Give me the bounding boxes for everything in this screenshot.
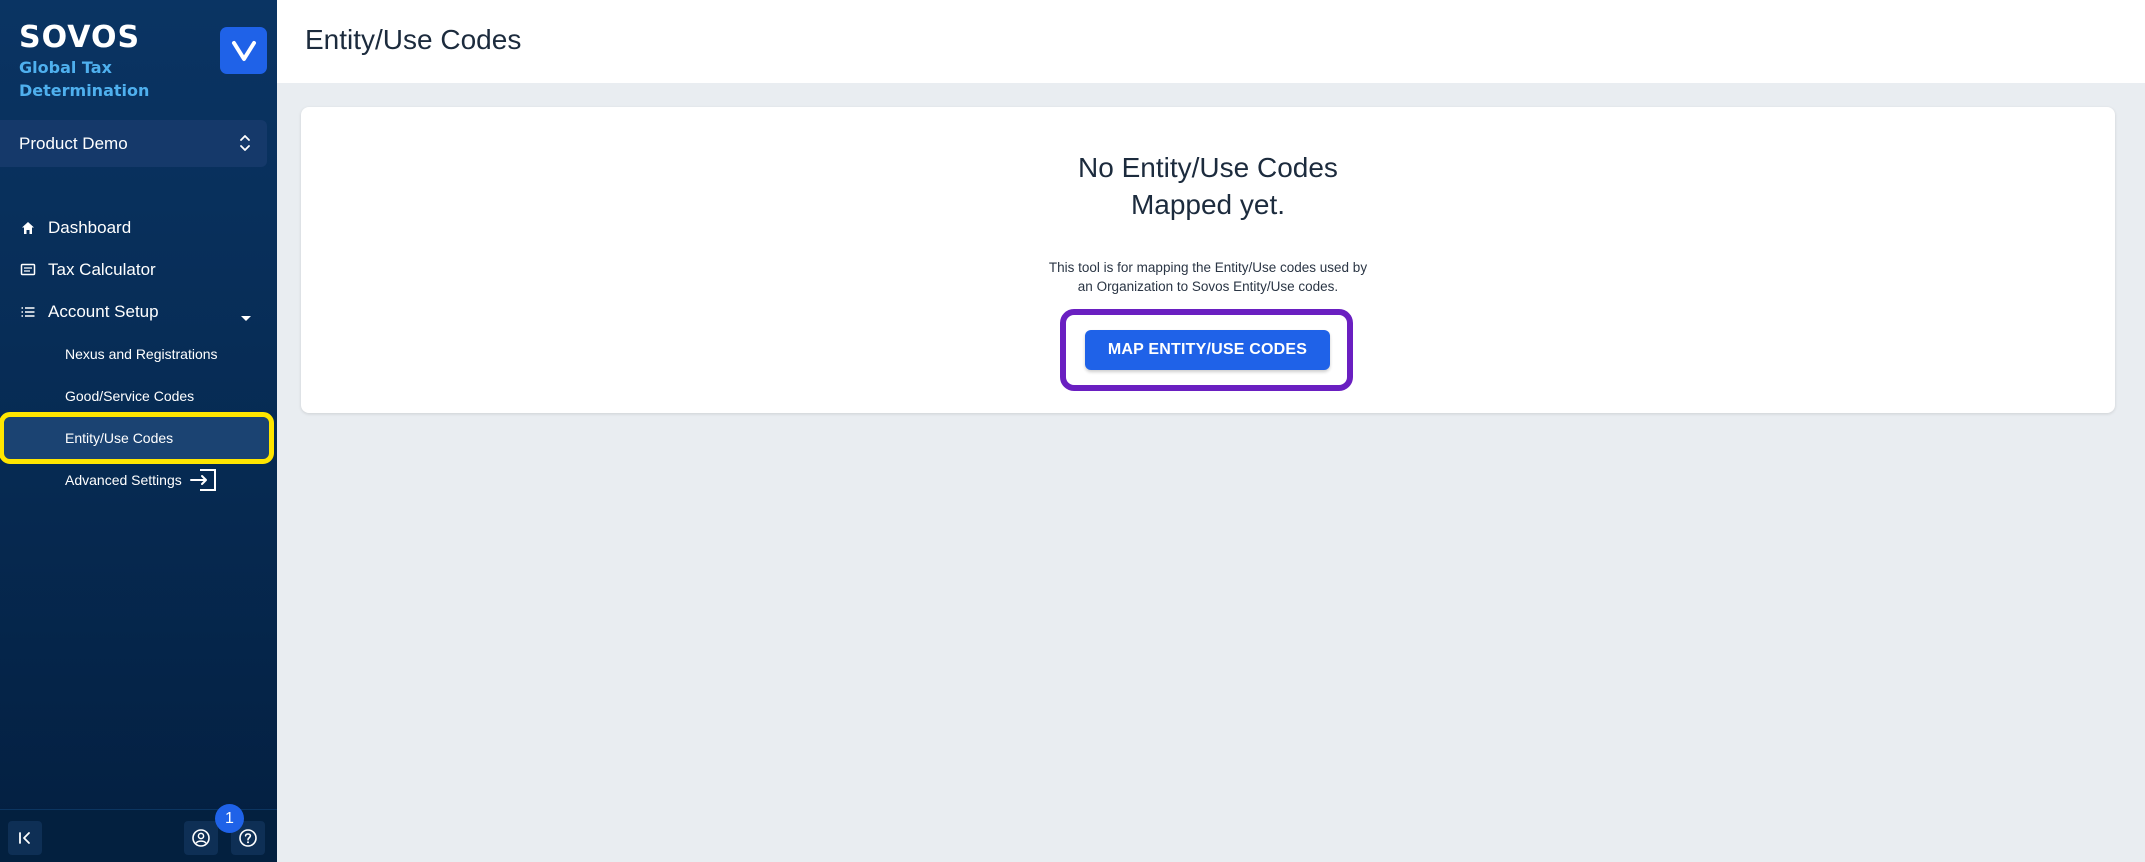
top-bar: Entity/Use Codes — [277, 0, 2145, 83]
empty-state-card: No Entity/Use Codes Mapped yet. This too… — [301, 107, 2115, 413]
user-account-button[interactable] — [184, 821, 218, 855]
sidebar-item-dashboard[interactable]: Dashboard — [0, 207, 277, 249]
empty-state-description: This tool is for mapping the Entity/Use … — [301, 258, 2115, 296]
org-selector-value: Product Demo — [19, 133, 128, 153]
description-line1: This tool is for mapping the Entity/Use … — [1048, 260, 1368, 275]
page-title: Entity/Use Codes — [305, 24, 522, 55]
sidebar-item-nexus-and-registrations[interactable]: Nexus and Registrations — [0, 333, 277, 375]
caret-down-icon — [240, 308, 252, 328]
map-entity-use-codes-button[interactable]: MAP ENTITY/USE CODES — [1085, 330, 1330, 370]
description-line2: an Organization to Sovos Entity/Use code… — [1077, 279, 1339, 294]
collapse-sidebar-button[interactable] — [8, 821, 42, 855]
home-icon — [20, 220, 36, 236]
sidebar-item-account-setup[interactable]: Account Setup — [0, 291, 277, 333]
sidebar-item-label: Dashboard — [48, 218, 132, 237]
sidebar-item-label: Nexus and Registrations — [65, 346, 218, 362]
v-logo-icon[interactable] — [220, 27, 267, 74]
sidebar-item-label: Good/Service Codes — [65, 388, 195, 404]
brand: SOVOS Global Tax Determination — [19, 22, 169, 102]
help-icon — [239, 829, 257, 847]
empty-state-title: No Entity/Use Codes Mapped yet. — [301, 149, 2115, 223]
list-icon — [20, 304, 36, 320]
external-link-icon — [188, 468, 218, 492]
brand-logo: SOVOS — [19, 20, 141, 55]
empty-state-title-line1: No Entity/Use Codes — [1078, 152, 1338, 183]
account-icon — [192, 829, 210, 847]
sidebar-item-label: Entity/Use Codes — [65, 430, 174, 446]
sidebar-item-tax-calculator[interactable]: Tax Calculator — [0, 249, 277, 291]
sidebar-item-entity-use-codes[interactable]: Entity/Use Codes — [0, 412, 274, 464]
empty-state-title-line2: Mapped yet. — [1130, 189, 1286, 220]
product-name: Global Tax Determination — [19, 58, 150, 100]
sidebar-item-label: Account Setup — [48, 302, 159, 321]
sidebar-item-label: Advanced Settings — [65, 472, 182, 488]
sidebar-nav: Dashboard Tax Calculator Account Setup N… — [0, 207, 277, 501]
sidebar: SOVOS Global Tax Determination Product D… — [0, 0, 277, 862]
sidebar-footer: 1 — [0, 804, 277, 862]
org-selector[interactable]: Product Demo — [0, 120, 267, 167]
sidebar-item-advanced-settings[interactable]: Advanced Settings — [0, 459, 277, 501]
sidebar-item-good-service-codes[interactable]: Good/Service Codes — [0, 375, 277, 417]
unfold-icon — [239, 132, 251, 159]
notification-badge[interactable]: 1 — [215, 804, 244, 833]
calculator-icon — [20, 262, 36, 278]
collapse-icon — [19, 832, 30, 844]
sidebar-item-label: Tax Calculator — [48, 260, 156, 279]
